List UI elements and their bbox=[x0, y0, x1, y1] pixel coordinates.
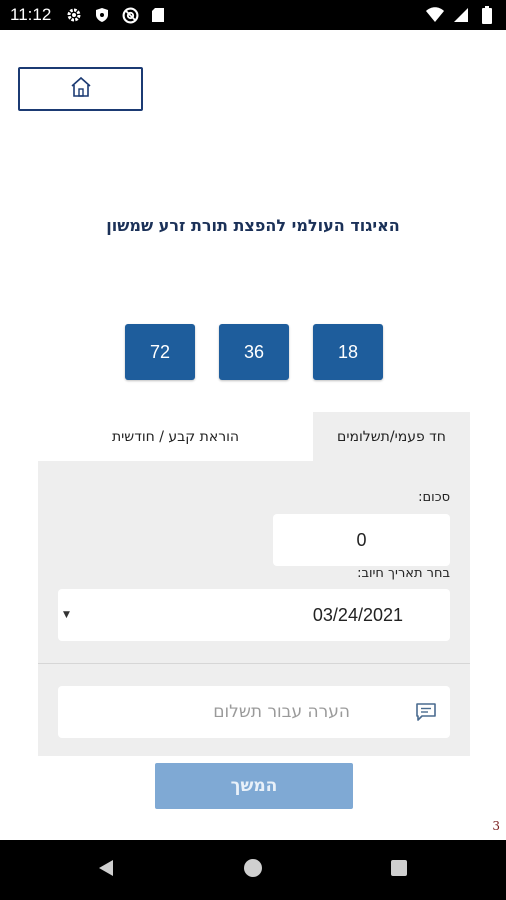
note-panel: הערה עבור תשלום bbox=[38, 664, 470, 756]
payment-form: הוראת קבע / חודשית חד פעמי/תשלומים סכום:… bbox=[38, 412, 470, 756]
org-title: האיגוד העולמי להפצת תורת זרע שמשון bbox=[106, 216, 400, 235]
caret-down-icon: ▼ bbox=[63, 610, 70, 620]
charge-date-label: בחר תאריך חיוב: bbox=[357, 566, 450, 581]
cellular-icon bbox=[452, 6, 470, 24]
tab-one-time-payments[interactable]: חד פעמי/תשלומים bbox=[313, 412, 470, 461]
at-sign-icon bbox=[121, 6, 139, 24]
amount-options: 72 36 18 bbox=[125, 324, 383, 380]
comment-icon bbox=[414, 700, 438, 724]
sum-label: סכום: bbox=[418, 490, 450, 505]
amount-button-72[interactable]: 72 bbox=[125, 324, 195, 380]
status-icons-right bbox=[426, 6, 496, 24]
gear-icon bbox=[65, 6, 83, 24]
payment-note-input[interactable]: הערה עבור תשלום bbox=[58, 686, 450, 738]
amount-button-36[interactable]: 36 bbox=[219, 324, 289, 380]
home-icon bbox=[69, 75, 93, 103]
continue-button[interactable]: המשך bbox=[155, 763, 353, 809]
recents-square-icon bbox=[390, 859, 408, 881]
app-content: האיגוד העולמי להפצת תורת זרע שמשון 72 36… bbox=[0, 30, 506, 840]
home-circle-icon bbox=[243, 858, 263, 882]
tab-standing-order[interactable]: הוראת קבע / חודשית bbox=[38, 412, 313, 461]
payment-panel: סכום: 0 בחר תאריך חיוב: 03/24/2021 ▼ bbox=[38, 461, 470, 664]
status-bar: 11:12 bbox=[0, 0, 506, 30]
charge-date-value: 03/24/2021 bbox=[312, 604, 403, 625]
recents-button[interactable] bbox=[369, 840, 429, 900]
sum-input[interactable]: 0 bbox=[273, 514, 450, 566]
home-button[interactable] bbox=[18, 67, 143, 111]
back-button[interactable] bbox=[76, 840, 136, 900]
wifi-icon bbox=[426, 6, 444, 24]
battery-icon bbox=[478, 6, 496, 24]
shield-icon bbox=[93, 6, 111, 24]
payment-note-placeholder: הערה עבור תשלום bbox=[213, 702, 350, 722]
sd-card-icon bbox=[149, 6, 167, 24]
back-triangle-icon bbox=[96, 858, 116, 882]
navigation-bar bbox=[0, 840, 506, 900]
charge-date-select[interactable]: 03/24/2021 ▼ bbox=[58, 589, 450, 641]
home-nav-button[interactable] bbox=[223, 840, 283, 900]
page-number: 3 bbox=[492, 819, 500, 833]
amount-button-18[interactable]: 18 bbox=[313, 324, 383, 380]
status-icons-left bbox=[65, 6, 167, 24]
status-time: 11:12 bbox=[10, 5, 52, 24]
